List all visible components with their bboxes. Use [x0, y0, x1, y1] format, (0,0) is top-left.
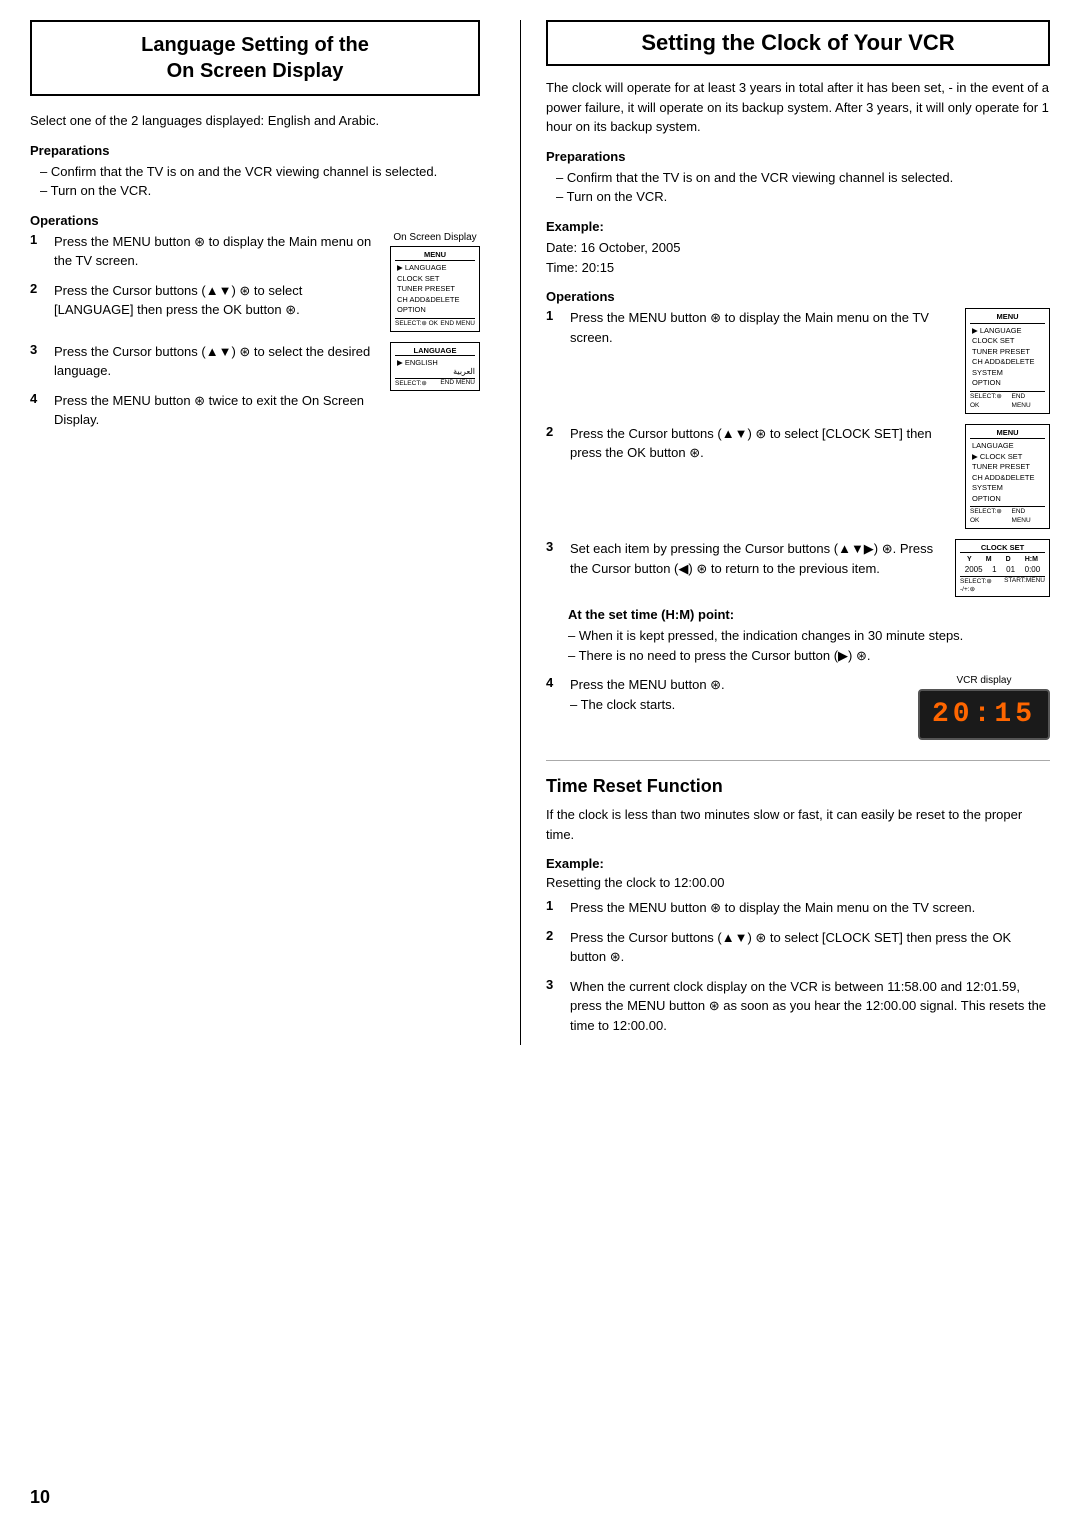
left-intro: Select one of the 2 languages displayed:…	[30, 111, 480, 131]
right-op-3: 3 Set each item by pressing the Cursor b…	[546, 539, 947, 578]
clock-screen-container: CLOCK SET YMDH:M 20051010:00 SELECT:⊛ -/…	[955, 539, 1050, 597]
right-menu-screen2-container: MENU LANGUAGE CLOCK SET TUNER PRESET CH …	[965, 424, 1050, 530]
right-op-1: 1 Press the MENU button ⊛ to display the…	[546, 308, 957, 347]
left-column: Language Setting of the On Screen Displa…	[30, 20, 490, 1045]
right-preparations: Preparations – Confirm that the TV is on…	[546, 149, 1050, 207]
left-op-2: 2 Press the Cursor buttons (▲▼) ⊛ to sel…	[30, 281, 382, 320]
left-op-4: 4 Press the MENU button ⊛ twice to exit …	[30, 391, 382, 430]
time-reset-op-1: 1 Press the MENU button ⊛ to display the…	[546, 898, 1050, 918]
right-intro: The clock will operate for at least 3 ye…	[546, 78, 1050, 137]
clock-set-screen: CLOCK SET YMDH:M 20051010:00 SELECT:⊛ -/…	[955, 539, 1050, 597]
at-set-time-section: At the set time (H:M) point: – When it i…	[568, 607, 1050, 665]
right-column: Setting the Clock of Your VCR The clock …	[520, 20, 1050, 1045]
right-op-2: 2 Press the Cursor buttons (▲▼) ⊛ to sel…	[546, 424, 957, 463]
right-menu-screen1-container: MENU LANGUAGE CLOCK SET TUNER PRESET CH …	[965, 308, 1050, 414]
right-preparations-heading: Preparations	[546, 149, 1050, 164]
at-set-time-bullet-2: – There is no need to press the Cursor b…	[568, 646, 1050, 666]
left-title: Language Setting of the On Screen Displa…	[47, 32, 463, 84]
left-section-title-box: Language Setting of the On Screen Displa…	[30, 20, 480, 96]
right-operations: Operations 1 Press the MENU button ⊛ to …	[546, 289, 1050, 740]
left-preparations: Preparations – Confirm that the TV is on…	[30, 143, 480, 201]
vcr-time-display: 20:15	[918, 689, 1050, 740]
left-op-3: 3 Press the Cursor buttons (▲▼) ⊛ to sel…	[30, 342, 382, 381]
right-section-title-box: Setting the Clock of Your VCR	[546, 20, 1050, 66]
right-prep-2: – Turn on the VCR.	[546, 187, 1050, 207]
right-menu-screen-2: MENU LANGUAGE CLOCK SET TUNER PRESET CH …	[965, 424, 1050, 530]
left-op-1: 1 Press the MENU button ⊛ to display the…	[30, 232, 382, 271]
osd-screen-label: On Screen Display	[393, 232, 476, 243]
time-reset-example-text: Resetting the clock to 12:00.00	[546, 875, 1050, 890]
time-reset-example: Example: Resetting the clock to 12:00.00	[546, 856, 1050, 890]
time-reset-section: Time Reset Function If the clock is less…	[546, 760, 1050, 1035]
time-reset-intro: If the clock is less than two minutes sl…	[546, 805, 1050, 844]
right-operations-heading: Operations	[546, 289, 1050, 304]
time-reset-title: Time Reset Function	[546, 776, 1050, 797]
time-reset-op-3: 3 When the current clock display on the …	[546, 977, 1050, 1036]
lang-screen-container: LANGUAGE ENGLISH العربية SELECT:⊛ END ME…	[390, 342, 480, 391]
language-menu-screen: LANGUAGE ENGLISH العربية SELECT:⊛ END ME…	[390, 342, 480, 391]
right-menu-screen-1: MENU LANGUAGE CLOCK SET TUNER PRESET CH …	[965, 308, 1050, 414]
right-title: Setting the Clock of Your VCR	[563, 30, 1033, 56]
time-reset-example-heading: Example:	[546, 856, 1050, 871]
at-set-time-heading: At the set time (H:M) point:	[568, 607, 1050, 622]
osd-screen-1-container: On Screen Display MENU LANGUAGE CLOCK SE…	[390, 232, 480, 332]
osd-menu-screen: MENU LANGUAGE CLOCK SET TUNER PRESET CH …	[390, 246, 480, 332]
left-preparations-heading: Preparations	[30, 143, 480, 158]
left-prep-1: – Confirm that the TV is on and the VCR …	[30, 162, 480, 182]
page-number: 10	[30, 1487, 50, 1508]
at-set-time-bullet-1: – When it is kept pressed, the indicatio…	[568, 626, 1050, 646]
vcr-display-container: VCR display 20:15	[918, 675, 1050, 740]
time-reset-op-2: 2 Press the Cursor buttons (▲▼) ⊛ to sel…	[546, 928, 1050, 967]
right-example: Example: Date: 16 October, 2005Time: 20:…	[546, 219, 1050, 280]
time-reset-operations: 1 Press the MENU button ⊛ to display the…	[546, 898, 1050, 1035]
right-prep-1: – Confirm that the TV is on and the VCR …	[546, 168, 1050, 188]
left-operations-heading: Operations	[30, 213, 480, 228]
left-prep-2: – Turn on the VCR.	[30, 181, 480, 201]
right-op-4: 4 Press the MENU button ⊛.– The clock st…	[546, 675, 910, 714]
right-example-heading: Example:	[546, 219, 1050, 234]
vcr-display-label: VCR display	[956, 675, 1011, 686]
left-operations: Operations 1 Press the MENU button ⊛ to …	[30, 213, 480, 440]
